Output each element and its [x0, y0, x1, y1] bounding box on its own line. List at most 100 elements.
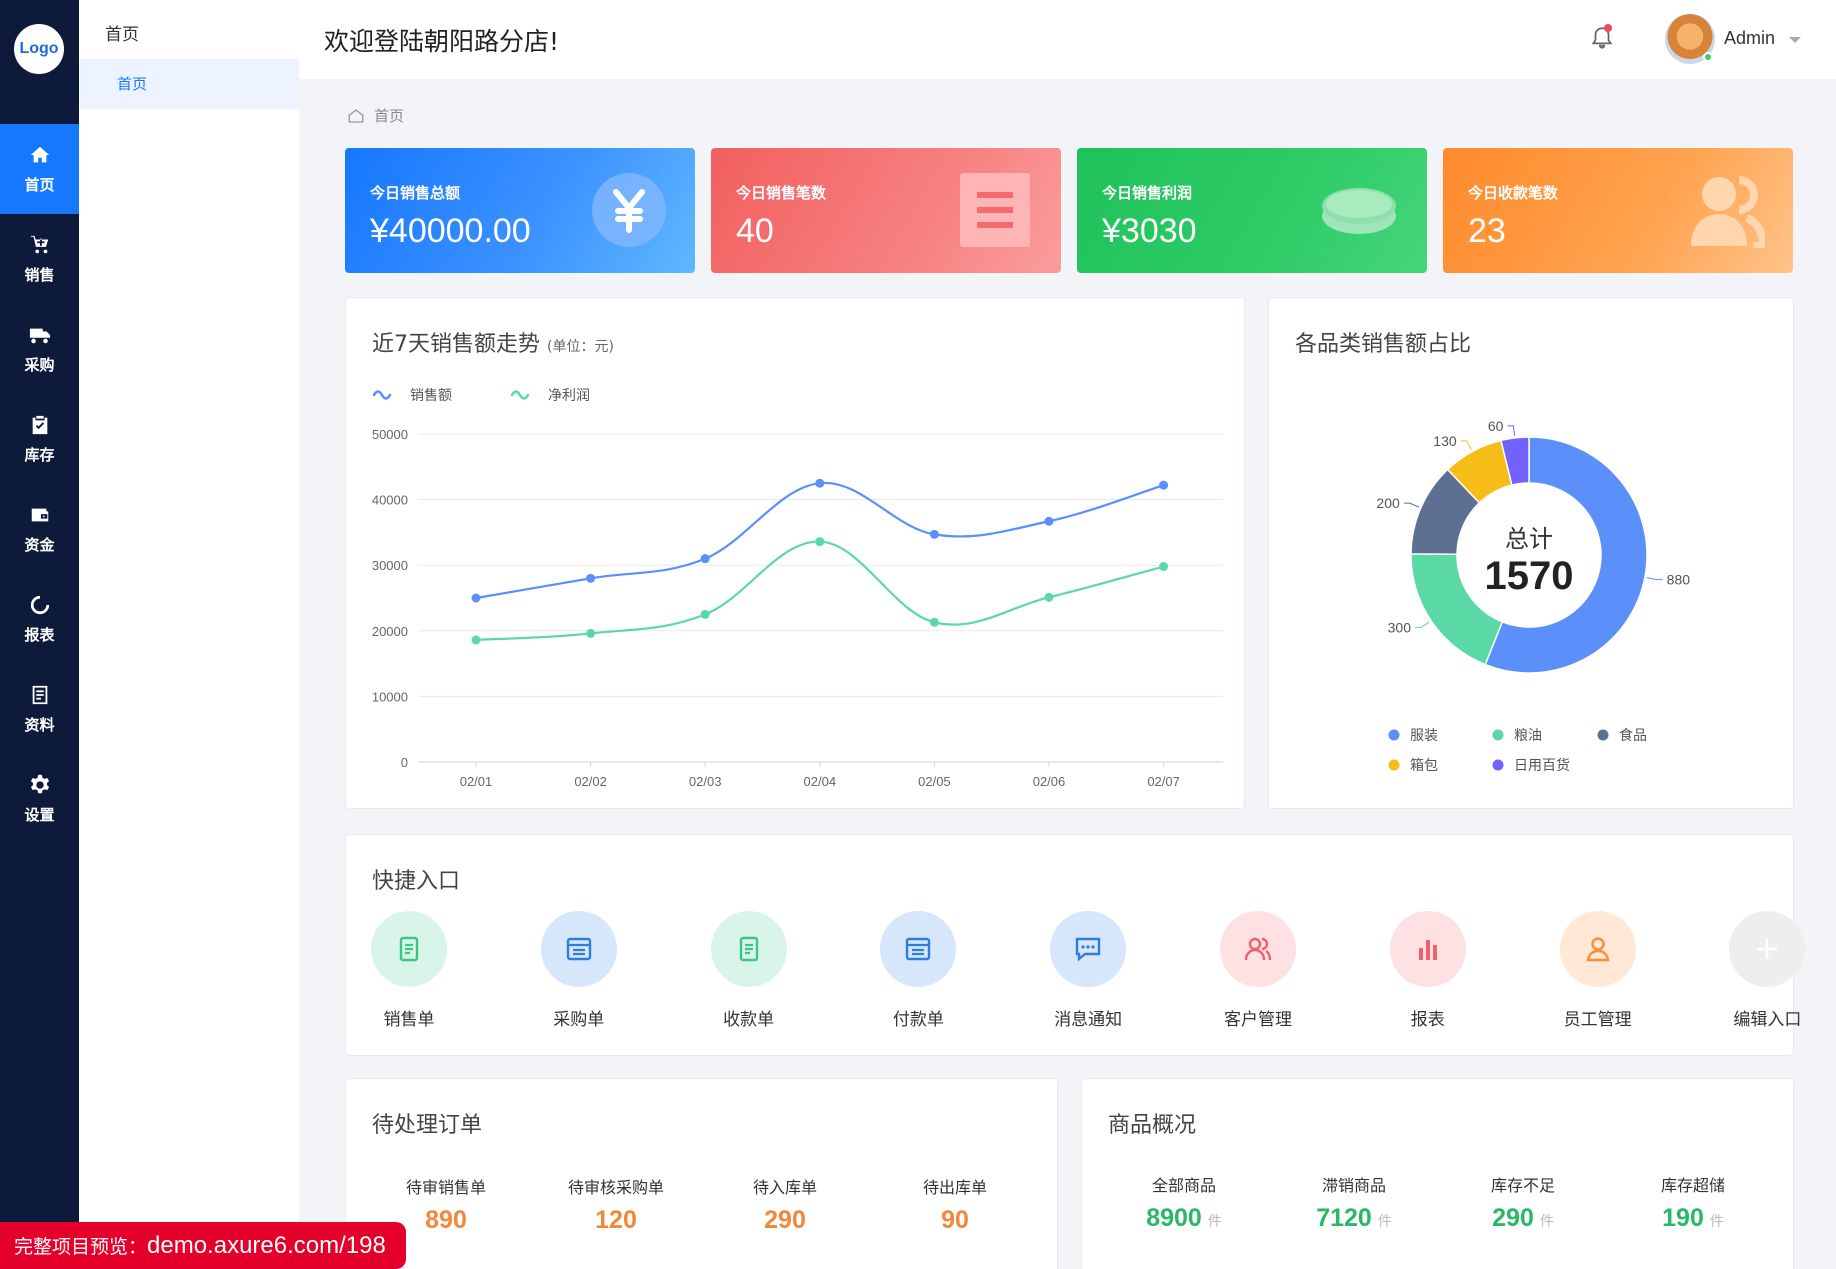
- nav-item-data[interactable]: 资料: [0, 664, 79, 754]
- y-tick-label: 10000: [372, 689, 408, 704]
- nav-label: 首页: [24, 175, 55, 194]
- quick-entry[interactable]: 收款单: [689, 911, 809, 1030]
- quick-entry[interactable]: 采购单: [519, 911, 639, 1030]
- clipboard-check-icon: [32, 415, 47, 434]
- preview-banner[interactable]: 完整项目预览：demo.axure6.com/198: [0, 1222, 406, 1269]
- quick-entry-label: 收款单: [723, 1010, 775, 1030]
- metric-value: 90: [941, 1206, 969, 1234]
- coins-icon: [1322, 188, 1396, 234]
- legend-label: 箱包: [1410, 758, 1438, 774]
- goods-metric[interactable]: 库存不足 290 件: [1438, 1172, 1608, 1233]
- wallet-icon: [31, 508, 48, 521]
- quick-entry-button[interactable]: [1050, 911, 1127, 987]
- data-point: [1044, 592, 1054, 602]
- slice-value-label: 880: [1667, 572, 1691, 588]
- quick-entry-button[interactable]: [1220, 911, 1296, 987]
- breadcrumb: 首页: [347, 105, 404, 126]
- truck-icon: [29, 328, 50, 343]
- x-tick-label: 02/07: [1147, 774, 1180, 789]
- quick-entry[interactable]: 员工管理: [1538, 911, 1658, 1030]
- quick-entry[interactable]: 销售单: [349, 911, 469, 1030]
- document-icon: [399, 936, 419, 962]
- stat-value: ¥3030: [1102, 212, 1197, 250]
- quick-entry[interactable]: 消息通知: [1028, 911, 1148, 1030]
- donut-total-value: 1570: [1485, 554, 1574, 598]
- nav-item-inventory[interactable]: 库存: [0, 394, 79, 484]
- logo[interactable]: Logo: [14, 24, 64, 74]
- user-name[interactable]: Admin: [1724, 28, 1775, 49]
- nav-item-funds[interactable]: 资金: [0, 484, 79, 574]
- slice-value-label: 200: [1376, 495, 1400, 511]
- home-icon[interactable]: [347, 107, 365, 125]
- data-point: [586, 628, 596, 638]
- data-point: [700, 609, 710, 619]
- metric-unit: 件: [1377, 1213, 1392, 1229]
- nav-label: 报表: [24, 625, 55, 644]
- stat-card-sales-total[interactable]: 今日销售总额 ¥40000.00: [345, 148, 695, 273]
- data-point: [471, 593, 481, 603]
- stat-card-sales-count[interactable]: 今日销售笔数 40: [711, 148, 1061, 273]
- quick-entry-button[interactable]: [710, 911, 787, 987]
- slice-label-line: [1414, 621, 1430, 628]
- quick-entry-button[interactable]: [1389, 911, 1466, 987]
- bar-chart-icon: [1418, 940, 1437, 960]
- metric-label: 全部商品: [1151, 1176, 1216, 1195]
- chevron-down-icon[interactable]: [1789, 37, 1801, 43]
- goods-metric[interactable]: 滞销商品 7120 件: [1269, 1172, 1439, 1233]
- slice-value-label: 60: [1488, 418, 1504, 434]
- quick-entry-button[interactable]: [880, 911, 957, 987]
- pending-metric[interactable]: 待审核采购单 120: [531, 1174, 701, 1235]
- stat-label: 今日销售利润: [1102, 184, 1193, 202]
- quick-entry-button[interactable]: [1729, 911, 1806, 987]
- online-status-dot: [1703, 52, 1713, 62]
- quick-entry-button[interactable]: [371, 911, 447, 987]
- sales-trend-panel: 近7天销售额走势 (单位：元) 0 10000 20000 30000 40000 500…: [345, 297, 1245, 809]
- metric-value: 7120: [1316, 1204, 1372, 1232]
- quick-entry[interactable]: 付款单: [858, 911, 978, 1030]
- nav-item-home[interactable]: 首页: [0, 124, 79, 214]
- form-icon: [566, 937, 591, 961]
- users-icon: [1244, 937, 1272, 961]
- stat-card-receipts-count[interactable]: 今日收款笔数 23: [1443, 148, 1793, 273]
- quick-entry-button[interactable]: [1559, 911, 1636, 987]
- banner-prefix: 完整项目预览：: [14, 1236, 148, 1258]
- data-point: [815, 537, 825, 547]
- metric-label: 库存不足: [1490, 1176, 1555, 1195]
- metric-value: 190: [1662, 1204, 1704, 1232]
- nav-item-settings[interactable]: 设置: [0, 754, 79, 844]
- y-tick-label: 50000: [372, 427, 408, 442]
- metric-value: 290: [764, 1206, 806, 1234]
- pending-metric[interactable]: 待入库单 290: [700, 1174, 870, 1235]
- stat-value: 23: [1468, 212, 1506, 250]
- quick-entry-button[interactable]: [540, 911, 617, 987]
- gear-icon: [30, 774, 49, 793]
- quick-entry[interactable]: 报表: [1368, 911, 1488, 1030]
- quick-entry-label: 销售单: [383, 1010, 435, 1030]
- nav-label: 资料: [24, 715, 55, 734]
- quick-entry[interactable]: 客户管理: [1198, 911, 1318, 1030]
- stat-value: 40: [736, 212, 774, 250]
- x-tick-label: 02/01: [460, 774, 493, 789]
- metric-label: 待审核采购单: [567, 1178, 664, 1197]
- metric-value-row: 8900 件: [1099, 1204, 1269, 1233]
- metric-label: 待审销售单: [405, 1178, 486, 1197]
- stat-label: 今日收款笔数: [1468, 184, 1559, 202]
- nav-item-purchase[interactable]: 采购: [0, 304, 79, 394]
- subnav-item-home[interactable]: 首页: [79, 59, 299, 109]
- metric-value-row: 290 件: [1438, 1204, 1608, 1233]
- pending-metric[interactable]: 待出库单 90: [870, 1174, 1040, 1235]
- stat-label: 今日销售笔数: [736, 184, 827, 202]
- legend-label: 净利润: [548, 388, 590, 404]
- stat-card-sales-profit[interactable]: 今日销售利润 ¥3030: [1077, 148, 1427, 273]
- nav-item-sales[interactable]: 销售: [0, 214, 79, 304]
- quick-title: 快捷入口: [372, 869, 461, 894]
- nav-item-reports[interactable]: 报表: [0, 574, 79, 664]
- goods-metric[interactable]: 库存超储 190 件: [1608, 1172, 1778, 1233]
- goods-metric[interactable]: 全部商品 8900 件: [1099, 1172, 1269, 1233]
- line-chart: 0 10000 20000 30000 40000 50000 02/01 02/02 02/0…: [372, 388, 1223, 789]
- data-point: [929, 617, 939, 627]
- quick-entry[interactable]: 编辑入口: [1707, 911, 1827, 1030]
- donut-chart: 880 300 200 130 60 总计1570 服装 粮油 食品箱包 日用百货: [1376, 418, 1691, 774]
- yuan-icon: [592, 173, 666, 247]
- top-header: 欢迎登陆朝阳路分店! Admin: [299, 0, 1836, 79]
